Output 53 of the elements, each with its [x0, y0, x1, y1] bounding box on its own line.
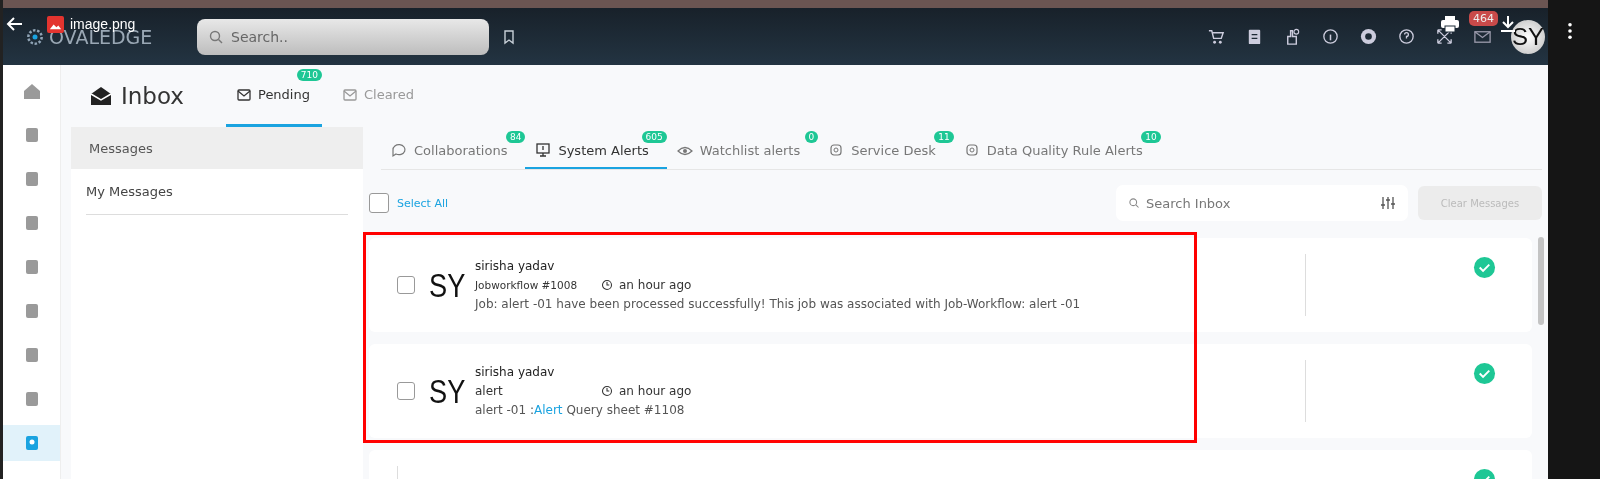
- category-tab[interactable]: System Alerts 605: [525, 127, 667, 169]
- message-time: an hour ago: [619, 278, 692, 292]
- bookmark-icon[interactable]: [501, 28, 517, 45]
- chat-icon: [391, 142, 407, 158]
- count-badge: 10: [1141, 131, 1161, 143]
- count-badge: 605: [641, 131, 667, 143]
- alert-icon: [535, 142, 552, 158]
- help-icon[interactable]: [1397, 27, 1416, 46]
- sidebar-item[interactable]: My Messages: [86, 169, 348, 215]
- checkbox[interactable]: [369, 193, 389, 213]
- category-tab[interactable]: Watchlist alerts 0: [666, 127, 819, 169]
- category-tab[interactable]: Data Quality Rule Alerts 10: [953, 127, 1161, 169]
- category-tab[interactable]: Service Desk 11: [818, 127, 954, 169]
- print-icon[interactable]: [1439, 14, 1461, 34]
- select-all-link[interactable]: Select All: [397, 196, 449, 210]
- filter-icon[interactable]: [1380, 195, 1396, 211]
- category-tab[interactable]: Collaborations 84: [381, 127, 526, 169]
- logo-icon: [25, 26, 45, 47]
- clock-icon: [601, 385, 613, 397]
- user-avatar[interactable]: SY: [1511, 19, 1545, 54]
- clock-icon: [601, 279, 613, 291]
- file-name: image.png: [70, 16, 136, 32]
- panel-header: Messages: [71, 127, 363, 169]
- message-subject: Jobworkflow #1008: [475, 279, 579, 291]
- message-text: Job: alert -01 have been processed successfully! This job was associated with Job-Workflow: alert -01: [475, 297, 1082, 311]
- count-badge: 11: [934, 131, 954, 143]
- search-icon: [208, 28, 224, 45]
- count-badge: 710: [296, 69, 322, 81]
- sender-name: sirisha yadav: [475, 365, 556, 379]
- search-field[interactable]: Search..: [197, 18, 489, 55]
- alert-link[interactable]: Alert: [534, 403, 563, 417]
- search-icon: [1128, 197, 1140, 209]
- checkbox[interactable]: [397, 382, 415, 400]
- message-time: an hour ago: [619, 384, 692, 398]
- message-subject: alert: [475, 384, 504, 398]
- count-badge: 0: [804, 131, 819, 143]
- envelope-icon: [341, 86, 358, 103]
- cart-icon[interactable]: [1207, 27, 1226, 46]
- checkbox[interactable]: [397, 276, 415, 294]
- notification-badge: 464: [1469, 11, 1498, 26]
- more-icon[interactable]: [1567, 22, 1573, 40]
- count-badge: 84: [505, 131, 526, 143]
- avatar-initials: SY: [429, 371, 466, 411]
- envelope-icon: [89, 84, 113, 108]
- search-field[interactable]: Search Inbox: [1116, 185, 1408, 221]
- message-text: alert -01 :Alert Query sheet #1108: [475, 403, 686, 417]
- info-icon[interactable]: [1321, 27, 1340, 46]
- expand-icon[interactable]: [1435, 27, 1454, 46]
- envelope-icon: [236, 86, 252, 103]
- inbox-tab[interactable]: Cleared: [331, 65, 426, 127]
- sender-name: sirisha yadav: [475, 259, 556, 273]
- avatar-initials: SY: [429, 265, 466, 305]
- page-title: Inbox: [121, 83, 185, 109]
